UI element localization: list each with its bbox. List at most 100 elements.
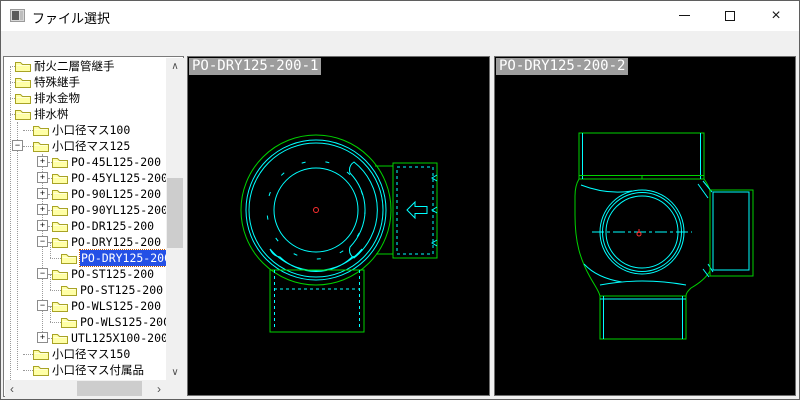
tree-item-label: PO-ST125-200 — [80, 283, 164, 297]
minimize-icon — [678, 15, 690, 16]
close-icon: × — [771, 6, 781, 24]
expand-toggle[interactable]: + — [37, 156, 48, 167]
folder-icon — [52, 302, 68, 312]
folder-icon — [15, 110, 31, 120]
expand-toggle[interactable]: + — [37, 204, 48, 215]
scrollbar-corner — [166, 380, 184, 397]
folder-icon — [15, 78, 31, 88]
tree-item[interactable]: − PO-DRY125-200 — [5, 234, 166, 250]
app-icon-glyph — [12, 11, 19, 20]
preview-panel-1[interactable]: PO-DRY125-200-1 — [187, 56, 490, 396]
tree-item[interactable]: + PO-DR125-200 — [5, 218, 166, 234]
tree-item[interactable]: 小口径マス100 — [5, 122, 166, 138]
minimize-button[interactable] — [661, 1, 707, 30]
tree-item-label: UTL125X100-200 — [71, 331, 166, 345]
tree-item[interactable]: PO-ST125-200 — [5, 282, 166, 298]
tree-item-label: PO-45YL125-200 — [71, 171, 166, 185]
tree-item[interactable]: 特殊継手 — [5, 74, 166, 90]
window-title: ファイル選択 — [32, 11, 111, 26]
bottom-socket — [269, 269, 365, 333]
folder-icon — [15, 94, 31, 104]
tree-item[interactable]: + PO-45L125-200 — [5, 154, 166, 170]
tree-item[interactable]: PO-DRY125-200 — [5, 249, 166, 267]
tree-item-label: 排水金物 — [34, 91, 80, 105]
tree-item[interactable]: + PO-90L125-200 — [5, 186, 166, 202]
folder-tree: 耐火二層管継手 特殊継手排水金物排水桝小口径マス100 − 小口径マス125 + PO-4… — [3, 56, 184, 397]
tree-item-label: 小口径マス150 — [52, 347, 131, 361]
flow-arrow — [406, 200, 428, 220]
vertical-scrollbar-thumb[interactable] — [167, 178, 183, 248]
center-mark — [636, 229, 642, 237]
scroll-up-button[interactable]: ∧ — [166, 58, 184, 74]
tree-item-label: PO-DR125-200 — [71, 219, 155, 233]
right-socket — [709, 189, 754, 277]
folder-icon — [33, 366, 49, 376]
tree-item[interactable]: 耐火二層管継手 — [5, 58, 166, 74]
tree-item[interactable]: + PO-90YL125-200 — [5, 202, 166, 218]
app-icon — [10, 9, 25, 22]
preview-panel-2[interactable]: PO-DRY125-200-2 — [494, 56, 796, 396]
tree-item[interactable]: − PO-ST125-200 — [5, 266, 166, 282]
expand-toggle[interactable]: + — [37, 220, 48, 231]
tree-item-label: PO-DRY125-200 — [78, 249, 166, 267]
chevron-up-icon: ∧ — [171, 60, 179, 72]
tree-item[interactable]: − 小口径マス125 — [5, 138, 166, 154]
tree-connector — [23, 370, 33, 371]
folder-icon — [15, 62, 31, 72]
scroll-right-button[interactable]: › — [152, 380, 166, 397]
horizontal-scrollbar-thumb[interactable] — [77, 381, 142, 396]
chevron-right-icon: › — [157, 381, 161, 396]
folder-icon — [61, 286, 77, 296]
tree-rows: 耐火二層管継手 特殊継手排水金物排水桝小口径マス100 − 小口径マス125 + PO-4… — [5, 58, 166, 380]
tree-item-label: 小口径マス付属品 — [52, 363, 144, 377]
close-button[interactable]: × — [753, 1, 799, 30]
folder-icon — [33, 142, 49, 152]
horizontal-scrollbar[interactable]: ‹ › — [5, 380, 166, 397]
expand-toggle[interactable]: + — [37, 172, 48, 183]
tree-item-label: PO-45L125-200 — [71, 155, 162, 169]
tree-item-label: PO-90YL125-200 — [71, 203, 166, 217]
tree-item-label: 小口径マス100 — [52, 123, 131, 137]
tree-item[interactable]: + UTL125X100-200 — [5, 330, 166, 346]
expand-toggle[interactable]: − — [12, 140, 23, 151]
tree-item-label: PO-WLS125-200 — [80, 315, 166, 329]
tree-connector — [50, 258, 61, 259]
scroll-down-button[interactable]: ∨ — [166, 364, 184, 380]
fitting-side-view-drawing — [574, 132, 754, 340]
tree-item[interactable]: 小口径マス150 — [5, 346, 166, 362]
preview-label: PO-DRY125-200-2 — [496, 58, 629, 75]
body-circles — [240, 134, 392, 286]
vertical-scrollbar[interactable]: ∧ ∨ — [166, 58, 184, 380]
expand-toggle[interactable]: − — [37, 268, 48, 279]
tree-item[interactable]: 排水桝 — [5, 106, 166, 122]
file-select-dialog: ファイル選択 × リスト表示 2 ▲ ▼ × 1 ▲ ▼ jws ▼ — [0, 0, 800, 400]
expand-toggle[interactable]: − — [37, 300, 48, 311]
tree-connector — [50, 290, 61, 291]
folder-icon — [61, 254, 77, 264]
expand-toggle[interactable]: + — [37, 188, 48, 199]
chevron-left-icon: ‹ — [10, 381, 14, 396]
tree-item-label: PO-DRY125-200 — [71, 235, 162, 249]
tree-item-label: PO-ST125-200 — [71, 267, 155, 281]
tree-item-label: 排水桝 — [34, 107, 69, 121]
top-socket — [578, 132, 705, 180]
tree-item[interactable]: + PO-45YL125-200 — [5, 170, 166, 186]
folder-icon — [52, 222, 68, 232]
app-icon-glyph-light — [20, 11, 23, 20]
tree-item[interactable]: − PO-WLS125-200 — [5, 298, 166, 314]
tree-item[interactable]: 小口径マス付属品 — [5, 362, 166, 378]
scroll-left-button[interactable]: ‹ — [5, 380, 19, 397]
bottom-socket — [599, 295, 687, 340]
folder-icon — [61, 318, 77, 328]
tree-connector — [23, 354, 33, 355]
folder-icon — [52, 190, 68, 200]
maximize-button[interactable] — [707, 1, 753, 30]
chevron-down-icon: ∨ — [171, 366, 179, 378]
tree-item[interactable]: 排水金物 — [5, 90, 166, 106]
expand-toggle[interactable]: − — [37, 236, 48, 247]
tree-item-label: 特殊継手 — [34, 75, 80, 89]
tree-item-label: 小口径マス125 — [52, 139, 131, 153]
tree-item[interactable]: PO-WLS125-200 — [5, 314, 166, 330]
maximize-icon — [725, 10, 735, 21]
expand-toggle[interactable]: + — [37, 332, 48, 343]
